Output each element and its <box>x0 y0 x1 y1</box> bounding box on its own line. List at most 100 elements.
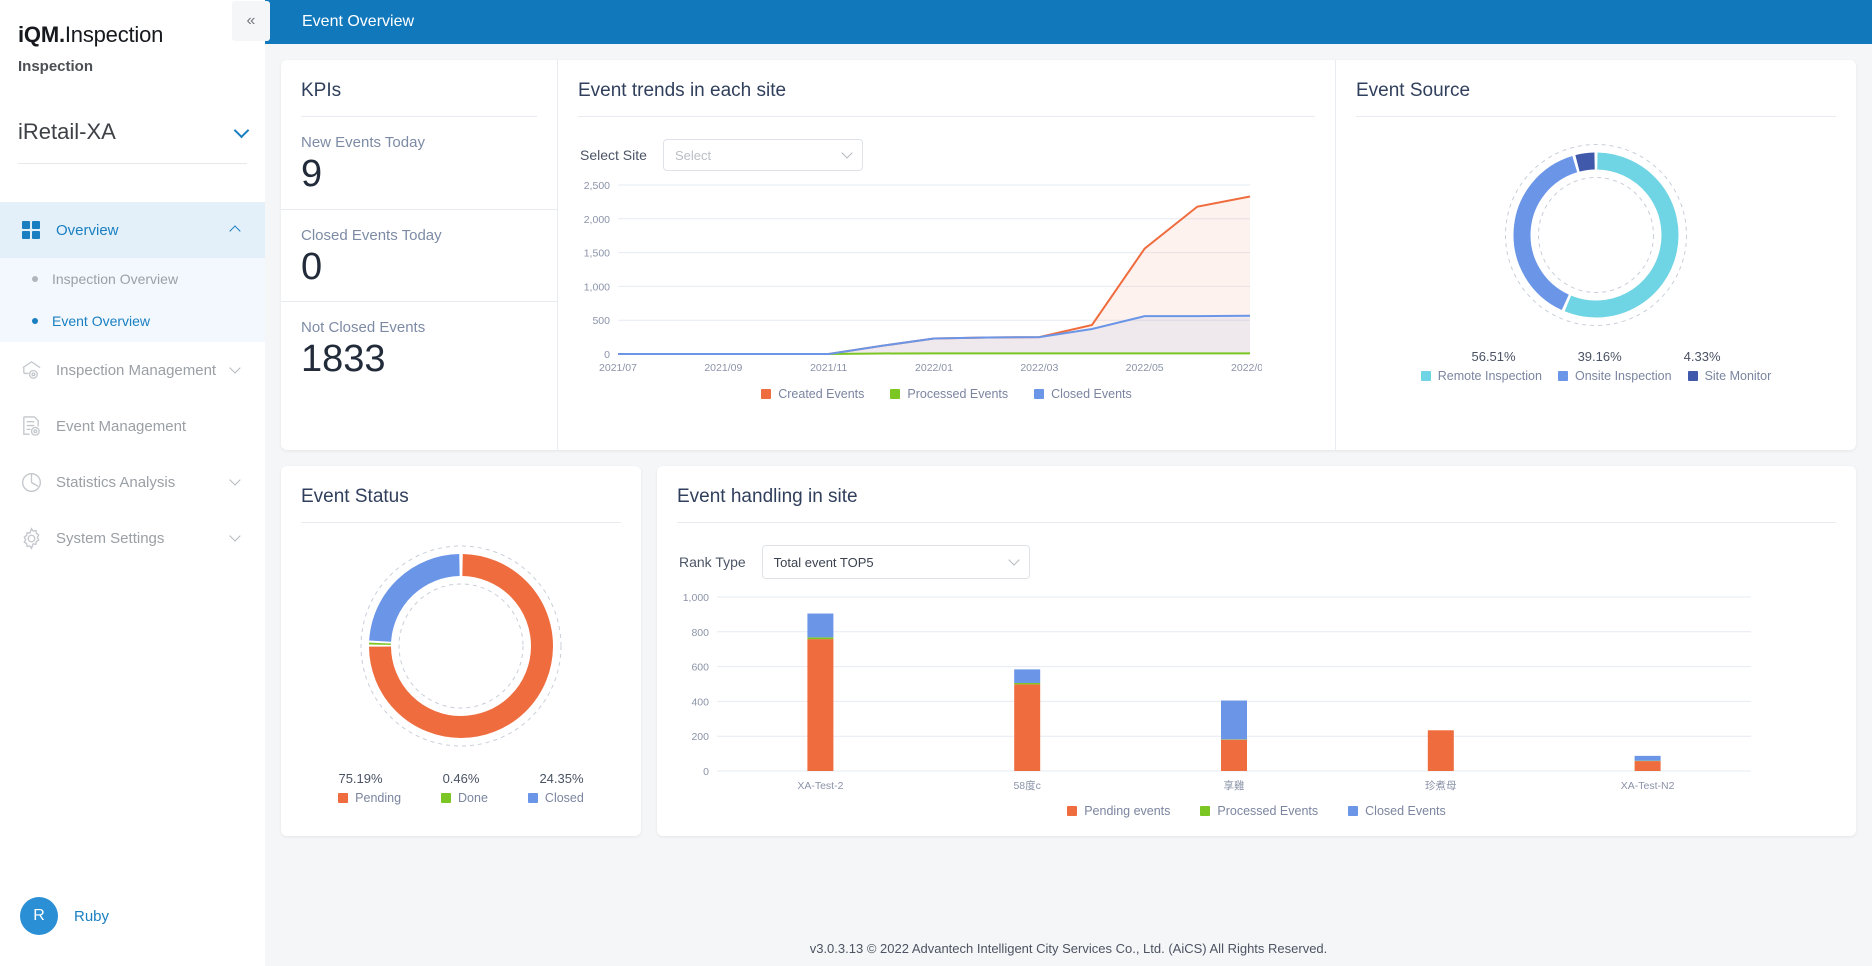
tenant-name: iRetail-XA <box>18 119 116 144</box>
svg-text:珍煮母: 珍煮母 <box>1425 780 1457 792</box>
event-trends-panel: Event trends in each site Select Site Se… <box>558 60 1336 450</box>
sidebar-item-system-settings[interactable]: System Settings <box>0 510 265 566</box>
event-handling-chart: 0 200 400 600 800 1,000 XA-Test-2 58度c 享雞 珍煮母 XA-T… <box>657 579 1856 804</box>
chevron-up-icon[interactable] <box>229 225 241 237</box>
chevron-down-icon[interactable] <box>229 530 241 544</box>
brand-subtitle: Inspection <box>18 58 94 75</box>
event-trends-legend: Created Events Processed Events Closed Eve… <box>558 387 1335 401</box>
svg-text:XA-Test-N2: XA-Test-N2 <box>1621 780 1675 792</box>
gear-icon <box>18 525 44 551</box>
overview-row: KPIs New Events Today 9 Closed Events Toda… <box>281 60 1856 450</box>
legend-item[interactable]: Pending <box>338 791 401 805</box>
legend-item[interactable]: Created Events <box>761 387 864 401</box>
secondary-row: Event Status 75.19% 0.46% 24.35% Pending Do… <box>281 466 1856 836</box>
event-trends-title: Event trends in each site <box>578 80 787 101</box>
event-status-title: Event Status <box>301 486 409 507</box>
select-site-dropdown[interactable]: Select <box>662 139 863 171</box>
event-trends-chart: 0 500 1,000 1,500 2,000 2,500 2021/07 2021/09 20… <box>558 171 1335 387</box>
bullet-icon <box>32 276 38 282</box>
legend-item[interactable]: Remote Inspection <box>1420 369 1542 383</box>
legend-item[interactable]: Done <box>441 791 488 805</box>
sidebar-subitem-label: Inspection Overview <box>52 271 179 287</box>
legend-label: Site Monitor <box>1704 369 1772 383</box>
legend-label: Remote Inspection <box>1437 369 1542 383</box>
event-status-percentages: 75.19% 0.46% 24.35% <box>281 771 641 786</box>
legend-label: Closed Events <box>1365 804 1446 818</box>
svg-text:2,000: 2,000 <box>584 214 610 226</box>
event-status-panel: Event Status 75.19% 0.46% 24.35% Pending Do… <box>281 466 641 836</box>
brand-rest: Inspection <box>64 22 164 47</box>
legend-swatch-icon <box>338 793 349 803</box>
chevron-down-icon <box>1008 554 1020 566</box>
kpi-label: New Events Today <box>301 134 425 151</box>
sidebar-item-inspection-management[interactable]: Inspection Management <box>0 342 265 398</box>
rank-type-dropdown[interactable]: Total event TOP5 <box>761 545 1030 579</box>
event-status-legend: Pending Done Closed <box>281 791 641 805</box>
percentage-value: 24.35% <box>539 771 584 786</box>
svg-text:1,000: 1,000 <box>683 592 709 604</box>
sidebar: iQM.Inspection Inspection iRetail-XA Ove… <box>0 0 265 966</box>
legend-item[interactable]: Processed Events <box>1200 804 1318 818</box>
legend-swatch-icon <box>527 793 538 803</box>
legend-label: Done <box>458 791 488 805</box>
legend-item[interactable]: Pending events <box>1067 804 1170 818</box>
svg-text:2021/07: 2021/07 <box>599 362 637 374</box>
legend-item[interactable]: Onsite Inspection <box>1557 369 1672 383</box>
app-brand: iQM.Inspection <box>0 0 265 48</box>
sidebar-item-label: Statistics Analysis <box>56 473 176 491</box>
legend-swatch-icon <box>1687 371 1698 381</box>
bullet-icon <box>32 318 38 324</box>
legend-swatch-icon <box>1557 371 1568 381</box>
legend-label: Processed Events <box>907 387 1009 401</box>
kpis-panel: KPIs New Events Today 9 Closed Events Toda… <box>281 60 558 450</box>
svg-text:2021/09: 2021/09 <box>704 362 742 374</box>
svg-text:0: 0 <box>703 766 709 778</box>
legend-item[interactable]: Closed Events <box>1034 387 1132 401</box>
legend-label: Onsite Inspection <box>1574 369 1672 383</box>
legend-swatch-icon <box>441 793 452 803</box>
avatar: R <box>20 897 58 935</box>
sidebar-item-statistics-analysis[interactable]: Statistics Analysis <box>0 454 265 510</box>
sidebar-subgroup-overview: Inspection Overview Event Overview <box>0 258 265 342</box>
svg-text:2022/05: 2022/05 <box>1126 362 1164 374</box>
select-site-value: Select <box>674 147 712 163</box>
svg-text:200: 200 <box>691 731 709 743</box>
event-handling-title: Event handling in site <box>677 486 858 507</box>
chevron-down-icon[interactable] <box>229 474 241 488</box>
chevron-down-icon <box>841 147 853 159</box>
sidebar-item-event-overview[interactable]: Event Overview <box>0 300 265 342</box>
legend-item[interactable]: Site Monitor <box>1687 369 1772 383</box>
event-source-chart <box>1336 117 1856 335</box>
sidebar-item-overview[interactable]: Overview <box>0 202 265 258</box>
grid-icon <box>18 217 44 243</box>
kpi-value: 0 <box>301 245 323 288</box>
sidebar-item-inspection-overview[interactable]: Inspection Overview <box>0 258 265 300</box>
tenant-selector[interactable]: iRetail-XA <box>18 119 250 164</box>
rank-type-row: Rank Type Total event TOP5 <box>657 523 1856 579</box>
sidebar-item-label: Inspection Management <box>56 361 217 379</box>
chevron-down-icon <box>233 122 250 138</box>
legend-item[interactable]: Closed Events <box>1348 804 1446 818</box>
kpi-item: Closed Events Today 0 <box>281 210 557 302</box>
document-icon <box>18 413 44 439</box>
legend-label: Closed Events <box>1051 387 1132 401</box>
sidebar-collapse-button[interactable]: « <box>232 1 270 41</box>
event-handling-legend: Pending events Processed Events Closed Eve… <box>657 804 1856 818</box>
svg-text:2022/07: 2022/07 <box>1231 362 1262 374</box>
inspection-icon <box>18 357 44 383</box>
legend-item[interactable]: Closed <box>527 791 584 805</box>
legend-label: Processed Events <box>1217 804 1319 818</box>
legend-label: Pending events <box>1084 804 1171 818</box>
legend-label: Pending <box>355 791 402 805</box>
kpi-list: New Events Today 9 Closed Events Today 0 Not… <box>281 117 557 394</box>
legend-swatch-icon <box>890 389 901 399</box>
chevron-down-icon[interactable] <box>229 362 241 376</box>
legend-item[interactable]: Processed Events <box>890 387 1008 401</box>
legend-label: Closed <box>544 791 584 805</box>
sidebar-item-label: Event Management <box>56 417 187 435</box>
svg-text:XA-Test-2: XA-Test-2 <box>797 780 843 792</box>
sidebar-item-label: Overview <box>56 221 119 239</box>
main-content: KPIs New Events Today 9 Closed Events Toda… <box>265 44 1872 966</box>
user-profile[interactable]: R Ruby <box>0 866 265 966</box>
sidebar-item-event-management[interactable]: Event Management <box>0 398 265 454</box>
